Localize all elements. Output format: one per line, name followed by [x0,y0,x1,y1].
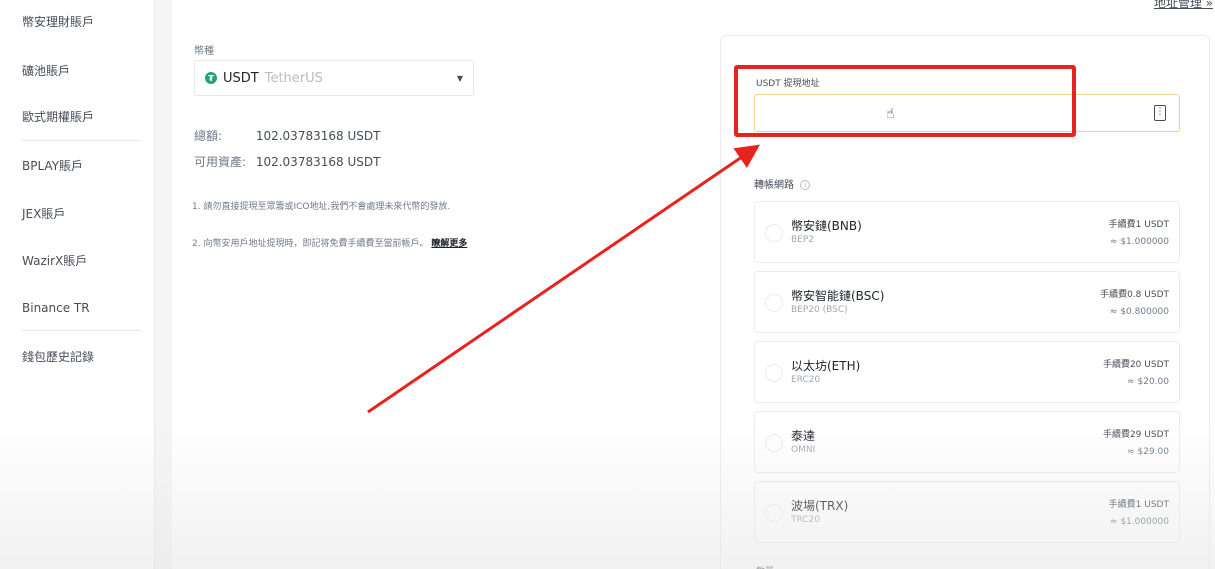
total-balance-label: 總額: [194,129,223,143]
coin-select[interactable]: ₮ USDT TetherUS ▼ [194,60,474,96]
total-balance-value: 102.03783168 USDT [255,129,381,143]
network-fee: 手續費20 USDT [1102,360,1169,370]
sidebar-item-pool-account[interactable]: 礦池賬戶 [22,62,70,79]
radio-button[interactable] [765,364,783,382]
radio-button[interactable] [765,224,783,242]
withdraw-note-1: 1. 請勿直接提現至眾籌或ICO地址,我們不會處理未來代幣的發放. [192,202,451,212]
available-balance-label: 可用資產: [194,155,247,169]
network-protocol: ERC20 [791,375,821,385]
sidebar-divider [22,140,140,141]
withdraw-address-input[interactable] [754,94,1180,132]
network-fee: 手續費0.8 USDT [1100,290,1169,300]
network-label-text: 轉帳網路 [754,180,794,191]
sidebar-item-bplay-account[interactable]: BPLAY賬戶 [22,157,83,174]
coin-label: 幣種 [194,46,214,57]
network-name: 以太坊(ETH) [791,359,861,373]
withdraw-panel: USDT 提現地址 ⋮ 轉帳網路 i 幣安鏈(BNB) BEP2 手續費1 US… [720,35,1210,569]
learn-more-link[interactable]: 瞭解更多 [431,239,467,249]
available-balance-value: 102.03783168 USDT [255,155,381,169]
network-fee-value: ≈ $29.00 [1127,447,1169,457]
network-name: 幣安鏈(BNB) [791,219,862,233]
network-fee: 手續費1 USDT [1108,220,1169,230]
network-fee: 手續費29 USDT [1102,430,1169,440]
address-management-link[interactable]: 地址管理 » [1154,0,1213,11]
sidebar-item-savings-account[interactable]: 幣安理財賬戶 [22,13,94,30]
network-name: 波場(TRX) [791,499,849,513]
tether-icon: ₮ [205,72,217,84]
network-protocol: BEP20 (BSC) [791,305,848,315]
radio-button[interactable] [765,504,783,522]
sidebar-item-binance-tr[interactable]: Binance TR [22,301,90,315]
main-content: 地址管理 » 幣種 ₮ USDT TetherUS ▼ 總額: 102.0378… [172,0,1215,569]
network-protocol: BEP2 [791,235,815,245]
address-book-icon[interactable]: ⋮ [1154,105,1166,121]
coin-code: USDT [223,70,259,86]
sidebar-item-options-account[interactable]: 歐式期權賬戶 [22,108,94,125]
network-name: 幣安智能鏈(BSC) [791,289,885,303]
network-fee-value: ≈ $1.000000 [1109,237,1169,247]
sidebar-item-jex-account[interactable]: JEX賬戶 [22,205,65,222]
sidebar-divider [22,330,140,331]
withdraw-note-2-text: 2. 向幣安用戶地址提現時，即記将免費手續費至當前帳戶。 [192,239,429,249]
network-option-bsc[interactable]: 幣安智能鏈(BSC) BEP20 (BSC) 手續費0.8 USDT ≈ $0.… [754,271,1180,333]
info-icon[interactable]: i [800,180,811,190]
network-option-bnb[interactable]: 幣安鏈(BNB) BEP2 手續費1 USDT ≈ $1.000000 [754,201,1180,263]
hand-cursor-icon: ☝ [886,106,895,122]
network-option-eth[interactable]: 以太坊(ETH) ERC20 手續費20 USDT ≈ $20.00 [754,341,1180,403]
network-protocol: OMNI [791,445,816,455]
network-fee-value: ≈ $0.800000 [1109,307,1169,317]
radio-button[interactable] [765,434,783,452]
chevron-down-icon: ▼ [456,73,463,83]
network-label: 轉帳網路 i [754,176,811,191]
sidebar-item-wazirx-account[interactable]: WazirX賬戶 [22,252,87,269]
coin-name: TetherUS [264,70,323,86]
sidebar-item-wallet-history[interactable]: 錢包歷史記錄 [22,348,94,365]
network-fee-value: ≈ $20.00 [1127,377,1169,387]
total-balance-row: 總額: 102.03783168 USDT [194,127,380,144]
network-protocol: TRC20 [791,515,821,525]
network-option-omni[interactable]: 泰達 OMNI 手續費29 USDT ≈ $29.00 [754,411,1180,473]
radio-button[interactable] [765,294,783,312]
withdraw-note-2: 2. 向幣安用戶地址提現時，即記将免費手續費至當前帳戶。 瞭解更多 [192,236,467,249]
network-fee: 手續費1 USDT [1108,500,1169,510]
network-option-trx[interactable]: 波場(TRX) TRC20 手續費1 USDT ≈ $1.000000 [754,481,1180,543]
available-balance-row: 可用資產: 102.03783168 USDT [194,153,380,170]
withdraw-address-label: USDT 提現地址 [756,79,820,89]
network-name: 泰達 [791,429,816,443]
amount-label: 數量 [756,564,774,569]
sidebar: 幣安理財賬戶 礦池賬戶 歐式期權賬戶 BPLAY賬戶 JEX賬戶 WazirX賬… [0,0,155,569]
network-fee-value: ≈ $1.000000 [1109,517,1169,527]
